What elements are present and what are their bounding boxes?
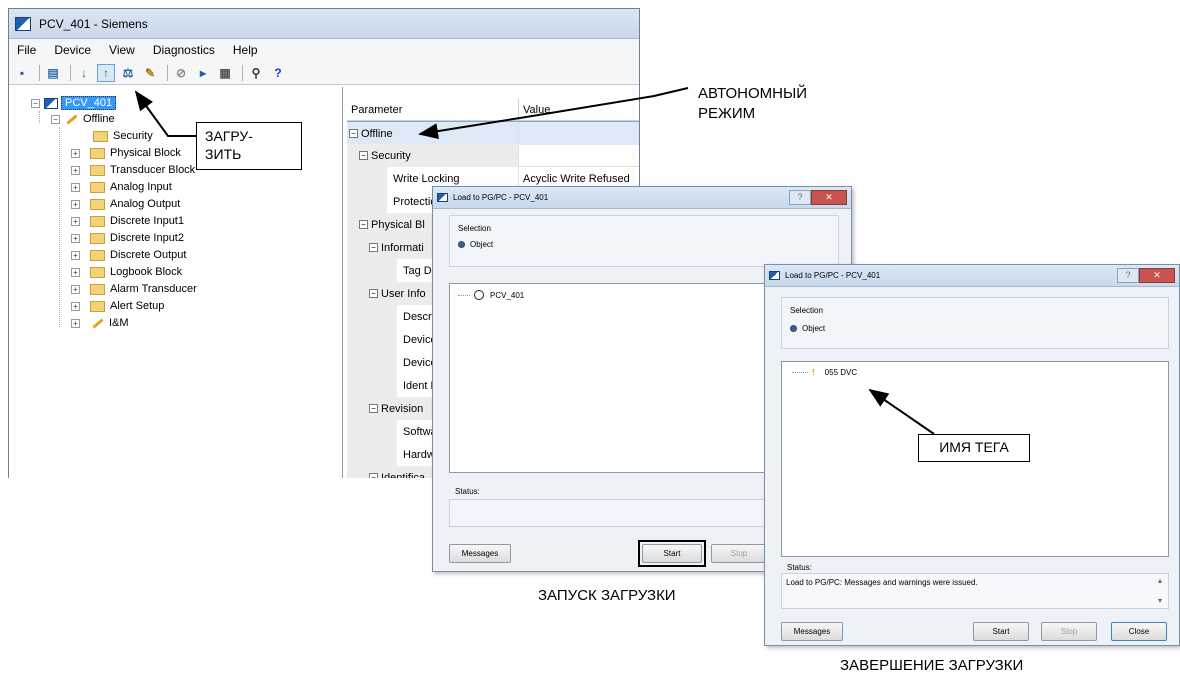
arrow-download xyxy=(134,90,196,137)
annotation-arrows xyxy=(134,87,935,435)
arrow-tag-name xyxy=(868,388,935,435)
arrow-offline xyxy=(418,87,689,140)
